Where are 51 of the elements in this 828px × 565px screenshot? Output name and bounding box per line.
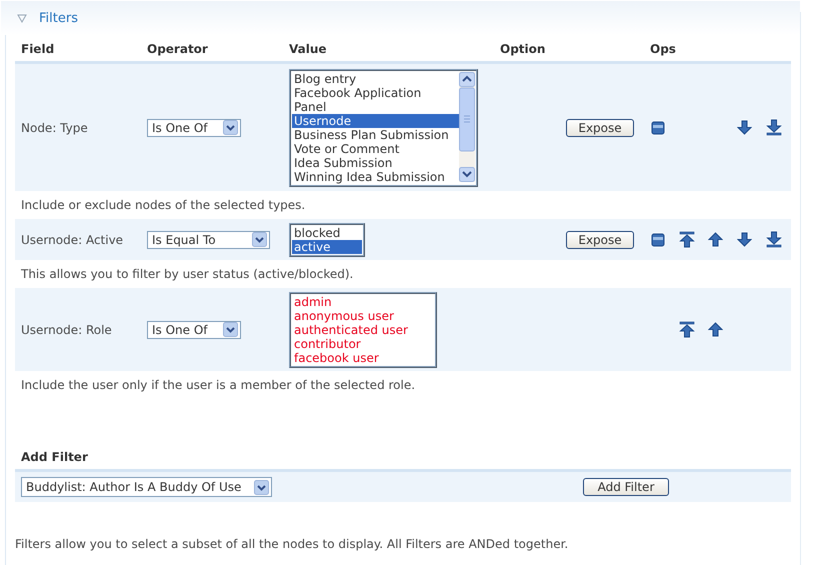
field-name: Usernode: Active (21, 232, 124, 246)
move-to-bottom-icon[interactable] (766, 231, 782, 248)
list-option[interactable]: contributor (292, 336, 434, 350)
list-option[interactable]: Panel (292, 100, 459, 114)
operator-select[interactable]: Is Equal To (147, 230, 270, 248)
list-option[interactable]: Facebook Application (292, 86, 459, 100)
list-option[interactable]: Business Plan Submission (292, 128, 459, 142)
operator-select[interactable]: Is One Of (147, 118, 241, 136)
column-header: Field (21, 42, 56, 56)
list-option[interactable]: blocked (292, 226, 362, 240)
remove-icon[interactable] (651, 232, 665, 246)
add-filter-button[interactable]: Add Filter (583, 478, 669, 496)
column-header: Value (289, 42, 328, 56)
help-text: Filters allow you to select a subset of all the nodes to display. All Filters are ANDed together. (15, 537, 568, 551)
expose-button[interactable]: Expose (566, 118, 634, 136)
list-option[interactable]: Vote or Comment (292, 142, 459, 156)
arrow-up-icon[interactable] (708, 322, 723, 337)
filter-description: This allows you to filter by user status (active/blocked). (21, 267, 354, 281)
remove-icon[interactable] (651, 120, 665, 134)
move-to-bottom-icon[interactable] (766, 119, 782, 136)
expose-button[interactable]: Expose (566, 230, 634, 248)
list-option[interactable]: admin (292, 294, 434, 308)
operator-select[interactable]: Is One Of (147, 320, 241, 338)
section-heading: Add Filter (21, 450, 88, 464)
field-name: Usernode: Role (21, 322, 113, 336)
list-option[interactable]: Idea Submission (292, 156, 459, 170)
filter-description: Include or exclude nodes of the selected types. (21, 198, 306, 212)
list-option[interactable]: Blog entry (292, 72, 459, 86)
filter-select[interactable]: Buddylist: Author Is A Buddy Of Use (21, 477, 272, 497)
arrow-up-icon[interactable] (708, 232, 723, 247)
list-option[interactable]: Winning Idea Submission (292, 170, 459, 184)
value-listbox[interactable]: blocked active (289, 222, 365, 256)
list-option[interactable]: anonymous user (292, 308, 434, 322)
list-option[interactable]: Usernode (292, 114, 459, 128)
filter-description: Include the user only if the user is a member of the selected role. (21, 378, 416, 392)
column-header: Ops (650, 42, 677, 56)
arrow-down-icon[interactable] (737, 120, 752, 135)
list-option[interactable]: authenticated user (292, 322, 434, 336)
move-to-top-icon[interactable] (678, 231, 694, 248)
list-option[interactable]: active (292, 240, 362, 254)
column-header: Option (500, 42, 546, 56)
arrow-down-icon[interactable] (737, 232, 752, 247)
move-to-top-icon[interactable] (678, 321, 694, 338)
collapse-triangle-icon (17, 14, 27, 22)
field-name: Node: Type (21, 120, 89, 134)
column-header: Operator (147, 42, 209, 56)
value-listbox[interactable]: Blog entry Facebook Application Panel Usernode Business Plan Submission Vote or Comment Idea Submission Winning Idea Submission (289, 68, 478, 186)
list-option[interactable]: facebook user (292, 350, 434, 364)
value-listbox[interactable]: admin anonymous user authenticated user contributor facebook user (289, 292, 437, 368)
scrollbar[interactable] (459, 72, 475, 182)
filters-legend[interactable]: Filters (17, 10, 78, 26)
